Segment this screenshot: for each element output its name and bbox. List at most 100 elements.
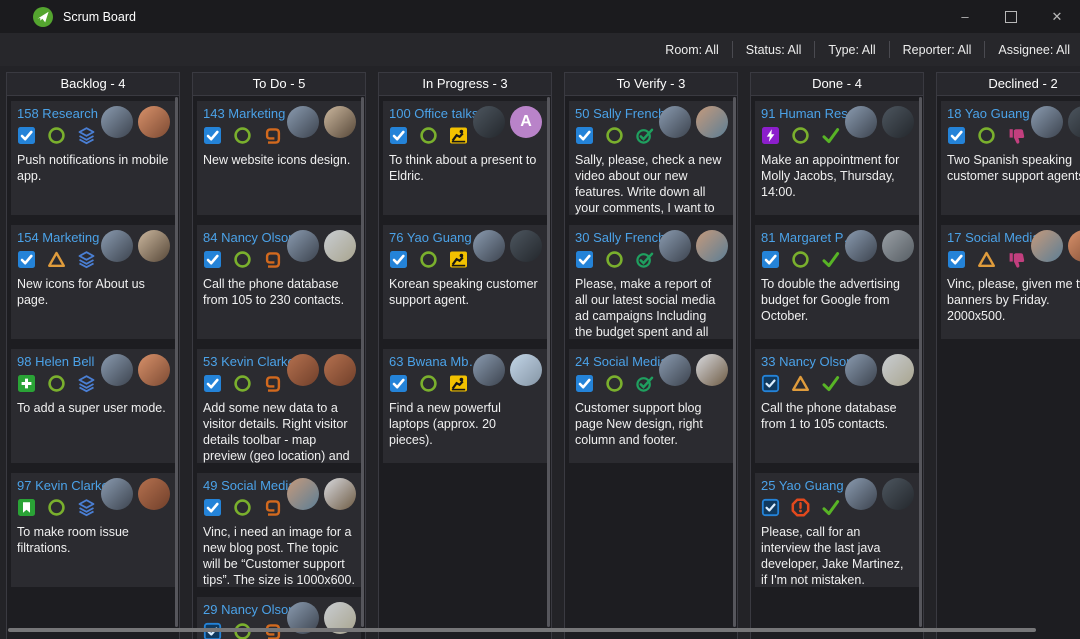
card[interactable]: 33 Nancy OlsonCall the phone database fr… (755, 349, 919, 463)
priority-normal-circle-icon (233, 498, 252, 517)
card-title-link[interactable]: 25 Yao Guang (761, 477, 844, 494)
horizontal-scrollbar-thumb[interactable] (8, 628, 1036, 632)
status-done-check-icon (821, 126, 840, 145)
column-card-list: 18 Yao GuangTwo Spanish speaking custome… (937, 95, 1080, 639)
card[interactable]: 25 Yao GuangPlease, call for an intervie… (755, 473, 919, 587)
card[interactable]: 76 Yao Guang Korean speaking customer sup… (383, 225, 547, 339)
vertical-scrollbar-thumb[interactable] (175, 97, 178, 627)
card-title-link[interactable]: 17 Social Media (947, 229, 1040, 246)
card[interactable]: 30 Sally FrenchPlease, make a report of … (569, 225, 733, 339)
card-title-link[interactable]: 100 Office talks (389, 105, 478, 122)
card-title-link[interactable]: 154 Marketing … (17, 229, 113, 246)
card-avatars (473, 354, 542, 386)
column-header: Declined - 2 (937, 73, 1080, 96)
column-declined: Declined - 2 18 Yao GuangTwo Spanish spea… (936, 72, 1080, 639)
filter-assignee[interactable]: Assignee: All (998, 43, 1070, 57)
task-checkbox-outline-icon (761, 498, 780, 517)
card[interactable]: 24 Social MediaCustomer support blog pag… (569, 349, 733, 463)
avatar (882, 106, 914, 138)
filter-type[interactable]: Type: All (828, 43, 875, 57)
card-description: Sally, please, check a new video about o… (575, 152, 727, 215)
card[interactable]: 49 Social MediaVinc, i need an image for… (197, 473, 361, 587)
status-verify-check-circle-icon (635, 374, 654, 393)
card[interactable]: 100 Office talksATo think about a presen… (383, 101, 547, 215)
task-checkbox-icon (575, 250, 594, 269)
card-avatars (287, 478, 356, 510)
card-title-link[interactable]: 30 Sally French (575, 229, 665, 246)
card-avatars (101, 478, 170, 510)
card-title-link[interactable]: 24 Social Media (575, 353, 668, 370)
avatar (101, 106, 133, 138)
maximize-button[interactable] (988, 0, 1034, 33)
priority-normal-circle-icon (791, 250, 810, 269)
card-title-link[interactable]: 98 Helen Bell (17, 353, 94, 370)
card-title-link[interactable]: 158 Research … (17, 105, 113, 122)
priority-normal-circle-icon (47, 374, 66, 393)
priority-high-triangle-icon (791, 374, 810, 393)
card-avatars (659, 230, 728, 262)
filter-separator (814, 41, 815, 58)
card[interactable]: 50 Sally French Sally, please, check a ne… (569, 101, 733, 215)
card-title-link[interactable]: 18 Yao Guang (947, 105, 1030, 122)
card-description: Make an appointment for Molly Jacobs, Th… (761, 152, 913, 200)
card[interactable]: 143 Marketing …New website icons design. (197, 101, 361, 215)
card-title-link[interactable]: 50 Sally French (575, 105, 665, 122)
card-avatars (845, 230, 914, 262)
status-verify-check-circle-icon (635, 250, 654, 269)
card[interactable]: 63 Bwana Mb…Find a new powerful laptops … (383, 349, 547, 463)
card-title-link[interactable]: 143 Marketing … (203, 105, 299, 122)
card-title-link[interactable]: 53 Kevin Clarke (203, 353, 295, 370)
vertical-scrollbar-thumb[interactable] (919, 97, 922, 627)
close-button[interactable]: ✕ (1034, 0, 1080, 33)
card[interactable]: 84 Nancy OlsonCall the phone database fr… (197, 225, 361, 339)
filter-status[interactable]: Status: All (746, 43, 802, 57)
card-title-link[interactable]: 91 Human Res… (761, 105, 857, 122)
card[interactable]: 29 Nancy OlsonSend me the list of our ne… (197, 597, 361, 639)
card[interactable]: 154 Marketing …New icons for About us pa… (11, 225, 175, 339)
card-avatars (659, 354, 728, 386)
avatar (138, 354, 170, 386)
vertical-scrollbar-thumb[interactable] (733, 97, 736, 627)
vertical-scrollbar-thumb[interactable] (547, 97, 550, 627)
window-controls: – ✕ (942, 0, 1080, 33)
status-backlog-layers-icon (77, 374, 96, 393)
priority-normal-circle-icon (419, 126, 438, 145)
card[interactable]: 81 Margaret P…To double the advertising … (755, 225, 919, 339)
status-backlog-layers-icon (77, 250, 96, 269)
column-card-list: 158 Research …Push notifications in mobi… (7, 95, 179, 639)
type-lightning-icon (761, 126, 780, 145)
card-title-link[interactable]: 81 Margaret P… (761, 229, 856, 246)
filter-room[interactable]: Room: All (665, 43, 719, 57)
avatar (659, 230, 691, 262)
avatar (696, 230, 728, 262)
card-title-link[interactable]: 29 Nancy Olson (203, 601, 296, 618)
filter-reporter[interactable]: Reporter: All (903, 43, 972, 57)
card[interactable]: 91 Human Res… Make an appointment for Mol… (755, 101, 919, 215)
column-backlog: Backlog - 4 158 Research …Push notificati… (6, 72, 180, 639)
avatar (1068, 230, 1080, 262)
card-title-link[interactable]: 97 Kevin Clarke (17, 477, 109, 494)
card-title-link[interactable]: 33 Nancy Olson (761, 353, 854, 370)
priority-high-triangle-icon (47, 250, 66, 269)
card-title-link[interactable]: 63 Bwana Mb… (389, 353, 482, 370)
card[interactable]: 18 Yao GuangTwo Spanish speaking custome… (941, 101, 1080, 215)
status-inprogress-worker-icon (449, 126, 468, 145)
card-avatars (287, 106, 356, 138)
card-title-link[interactable]: 84 Nancy Olson (203, 229, 296, 246)
card[interactable]: 53 Kevin ClarkeAdd some new data to a vi… (197, 349, 361, 463)
card-avatars (101, 106, 170, 138)
avatar (845, 478, 877, 510)
card[interactable]: 98 Helen BellTo add a super user mode. (11, 349, 175, 463)
minimize-button[interactable]: – (942, 0, 988, 33)
vertical-scrollbar-thumb[interactable] (361, 97, 364, 627)
card-description: Korean speaking customer support agent. (389, 276, 541, 308)
card[interactable]: 97 Kevin ClarkeTo make room issue filtra… (11, 473, 175, 587)
task-checkbox-icon (203, 498, 222, 517)
card[interactable]: 17 Social MediaVinc, please, given me tw… (941, 225, 1080, 339)
column-header: Backlog - 4 (7, 73, 179, 96)
card[interactable]: 158 Research …Push notifications in mobi… (11, 101, 175, 215)
card-title-link[interactable]: 49 Social Media (203, 477, 296, 494)
card-title-link[interactable]: 76 Yao Guang (389, 229, 472, 246)
avatar (696, 354, 728, 386)
filter-separator (984, 41, 985, 58)
